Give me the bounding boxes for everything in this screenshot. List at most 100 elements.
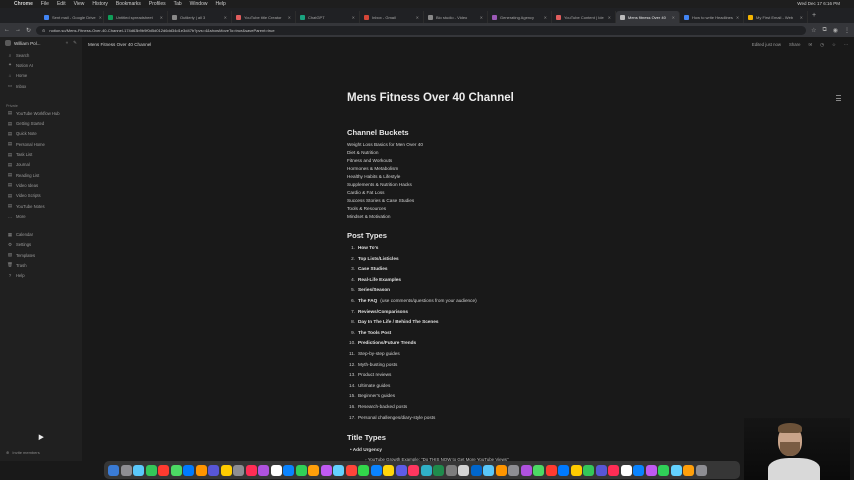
post-type-item[interactable]: 15. Beginner's guides	[349, 393, 395, 398]
close-tab-icon[interactable]: ✕	[160, 15, 163, 20]
collapse-sidebar-icon[interactable]: «	[66, 40, 69, 46]
back-icon[interactable]: ←	[4, 27, 10, 33]
dock-app-icon[interactable]	[395, 464, 407, 476]
dock-app-icon[interactable]	[133, 464, 144, 476]
dock-app-icon[interactable]	[108, 464, 119, 476]
dock-app-icon[interactable]	[520, 464, 532, 476]
bucket-item[interactable]: Tools & Resources	[347, 206, 386, 211]
favorite-star-icon[interactable]: ☆	[832, 42, 836, 48]
dock-app-icon[interactable]	[195, 464, 207, 476]
close-tab-icon[interactable]: ✕	[352, 15, 355, 20]
browser-tab[interactable]: Sent mail - Google Drive ✕	[40, 11, 104, 23]
bucket-item[interactable]: Healthy Habits & Lifestyle	[347, 174, 400, 179]
menu-help[interactable]: Help	[215, 1, 225, 7]
post-type-item[interactable]: 5. Series/Season	[349, 287, 390, 292]
heading-title-types[interactable]: Title Types	[347, 433, 386, 442]
table-of-contents-indicator[interactable]	[836, 95, 842, 101]
dock-app-icon[interactable]	[620, 464, 632, 476]
post-type-item[interactable]: 1. How To's	[349, 245, 378, 250]
bucket-item[interactable]: Fitness and Workouts	[347, 158, 392, 163]
dock-app-icon[interactable]	[633, 464, 644, 476]
dock-app-icon[interactable]	[220, 464, 232, 476]
dock-app-icon[interactable]	[170, 464, 182, 476]
more-options-icon[interactable]: ⋯	[844, 42, 848, 48]
menu-edit[interactable]: Edit	[57, 1, 66, 7]
dock-app-icon[interactable]	[683, 464, 694, 476]
post-type-item[interactable]: 2. Top Lists/Listicles	[349, 256, 398, 261]
menubar-app-name[interactable]: Chrome	[14, 1, 33, 7]
sidebar-item-search[interactable]: ⌕ Search	[0, 50, 82, 60]
dock-app-icon[interactable]	[608, 464, 619, 476]
sidebar-page-task-list[interactable]: ▤ Task List	[0, 149, 82, 159]
page-title[interactable]: Mens Fitness Over 40 Channel	[347, 92, 514, 104]
sidebar-page-journal[interactable]: ▤ Journal	[0, 160, 82, 170]
title-type-item[interactable]: • Add Urgency	[350, 447, 382, 452]
dock-app-icon[interactable]	[233, 464, 244, 476]
sidebar-item-help[interactable]: ? Help	[0, 271, 82, 281]
dock-app-icon[interactable]	[545, 464, 557, 476]
address-bar[interactable]: ⊙ notion.so/Mens-Fitness-Over-40-Channel…	[36, 25, 807, 35]
browser-tab[interactable]: YouTube Content | Ide ✕	[552, 11, 616, 23]
dock-app-icon[interactable]	[670, 464, 682, 476]
menu-bookmarks[interactable]: Bookmarks	[116, 1, 141, 7]
reload-icon[interactable]: ↻	[26, 27, 31, 34]
dock-app-icon[interactable]	[458, 464, 469, 476]
dock-app-icon[interactable]	[495, 464, 507, 476]
dock-app-icon[interactable]	[245, 464, 257, 476]
bucket-item[interactable]: Cardio & Fat Loss	[347, 190, 385, 195]
sidebar-item-inbox[interactable]: ▭ Inbox	[0, 81, 82, 91]
dock-app-icon[interactable]	[420, 464, 432, 476]
post-type-item[interactable]: 13. Product reviews	[349, 372, 391, 377]
sidebar-item-settings[interactable]: ⚙ Settings	[0, 240, 82, 250]
browser-tab[interactable]: Generating Agency ✕	[488, 11, 552, 23]
close-tab-icon[interactable]: ✕	[736, 15, 739, 20]
menu-history[interactable]: History	[92, 1, 108, 7]
close-tab-icon[interactable]: ✕	[672, 15, 675, 20]
menu-file[interactable]: File	[41, 1, 49, 7]
sidebar-page-quick-note[interactable]: ▤ Quick Note	[0, 129, 82, 139]
menu-profiles[interactable]: Profiles	[149, 1, 166, 7]
menu-window[interactable]: Window	[190, 1, 208, 7]
share-button[interactable]: Share	[789, 42, 800, 47]
chrome-menu-icon[interactable]: ⋮	[844, 27, 850, 34]
dock-app-icon[interactable]	[120, 464, 132, 476]
dock-app-icon[interactable]	[258, 464, 269, 476]
dock-app-icon[interactable]	[645, 464, 657, 476]
dock-app-icon[interactable]	[533, 464, 544, 476]
post-type-item[interactable]: 6. The FAQ (use comments/questions from yo…	[349, 298, 477, 303]
post-type-item[interactable]: 8. Day In The Life / Behind The Scenes	[349, 319, 438, 324]
close-tab-icon[interactable]: ✕	[608, 15, 611, 20]
bucket-item[interactable]: Weight Loss Basics for Men Over 40	[347, 142, 423, 147]
dock-app-icon[interactable]	[295, 464, 307, 476]
dock-app-icon[interactable]	[283, 464, 294, 476]
sidebar-page-youtube-notes[interactable]: ▤ YouTube Notes	[0, 201, 82, 211]
sidebar-item-calendar[interactable]: ▦ Calendar	[0, 229, 82, 239]
sidebar-page-reading-list[interactable]: ▤ Reading List	[0, 170, 82, 180]
new-page-icon[interactable]: ✎	[73, 40, 77, 46]
bucket-item[interactable]: Hormones & Metabolism	[347, 166, 398, 171]
dock-app-icon[interactable]	[433, 464, 444, 476]
browser-tab[interactable]: Inbox - Gmail ✕	[360, 11, 424, 23]
sidebar-page-personal-home[interactable]: ▤ Personal Home	[0, 139, 82, 149]
browser-tab[interactable]: ChatGPT ✕	[296, 11, 360, 23]
post-type-item[interactable]: 14. Ultimate guides	[349, 383, 390, 388]
site-info-icon[interactable]: ⊙	[42, 28, 45, 33]
dock-app-icon[interactable]	[483, 464, 494, 476]
post-type-item[interactable]: 12. Myth-busting posts	[349, 362, 397, 367]
sidebar-item-trash[interactable]: 🗑 Trash	[0, 260, 82, 270]
post-type-item[interactable]: 16. Research-backed posts	[349, 404, 407, 409]
dock-app-icon[interactable]	[470, 464, 482, 476]
dock-app-icon[interactable]	[145, 464, 157, 476]
sidebar-page-youtube-workflow-hub[interactable]: ▤ YouTube Workflow Hub	[0, 108, 82, 118]
dock-app-icon[interactable]	[183, 464, 194, 476]
close-tab-icon[interactable]: ✕	[480, 15, 483, 20]
invite-members-button[interactable]: ⊕ Invite members	[6, 450, 40, 455]
heading-channel-buckets[interactable]: Channel Buckets	[347, 128, 409, 137]
dock-app-icon[interactable]	[345, 464, 357, 476]
post-type-item[interactable]: 11. Step-by-step guides	[349, 351, 400, 356]
menubar-clock[interactable]: Wed Dec 17 6:16 PM	[797, 1, 840, 6]
sidebar-item-templates[interactable]: ▧ Templates	[0, 250, 82, 260]
updates-icon[interactable]: ◷	[820, 42, 824, 48]
sidebar-page-video-ideas[interactable]: ▤ Video Ideas	[0, 180, 82, 190]
dock-app-icon[interactable]	[695, 464, 707, 476]
